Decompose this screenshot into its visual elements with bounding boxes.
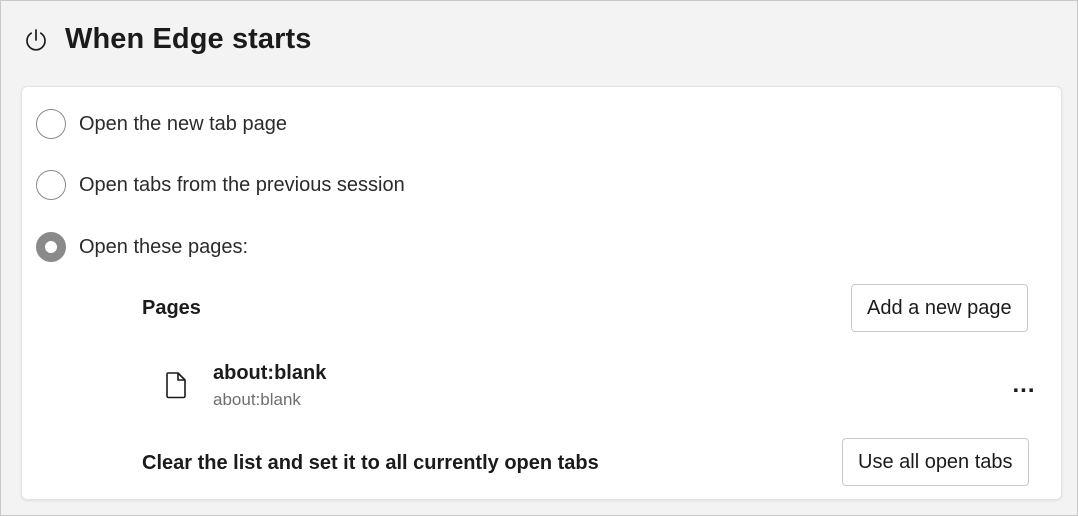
radio-button-selected[interactable] (36, 232, 66, 262)
section-title: When Edge starts (65, 23, 312, 55)
more-icon: ... (1012, 371, 1036, 398)
option-label: Open tabs from the previous session (79, 173, 405, 196)
more-options-button[interactable]: ... (1008, 369, 1040, 401)
option-open-these-pages[interactable]: Open these pages: (36, 232, 248, 262)
page-list-item: about:blank about:blank (165, 359, 326, 413)
radio-button[interactable] (36, 109, 66, 139)
radio-button[interactable] (36, 170, 66, 200)
file-icon (166, 372, 186, 399)
option-previous-session[interactable]: Open tabs from the previous session (36, 170, 405, 200)
power-icon (26, 28, 46, 51)
use-all-open-tabs-button[interactable]: Use all open tabs (842, 438, 1029, 486)
section-header: When Edge starts (23, 23, 312, 56)
add-new-page-button[interactable]: Add a new page (851, 284, 1028, 332)
settings-panel: When Edge starts Open the new tab page O… (0, 0, 1078, 516)
page-title: about:blank (213, 362, 327, 384)
option-label: Open the new tab page (79, 112, 287, 135)
option-new-tab-page[interactable]: Open the new tab page (36, 109, 287, 139)
option-label: Open these pages: (79, 235, 249, 258)
page-url: about:blank (213, 390, 301, 409)
page-text: about:blank about:blank (213, 359, 326, 413)
pages-heading: Pages (142, 297, 201, 319)
clear-list-label: Clear the list and set it to all current… (142, 452, 599, 474)
startup-card: Open the new tab page Open tabs from the… (21, 86, 1062, 500)
